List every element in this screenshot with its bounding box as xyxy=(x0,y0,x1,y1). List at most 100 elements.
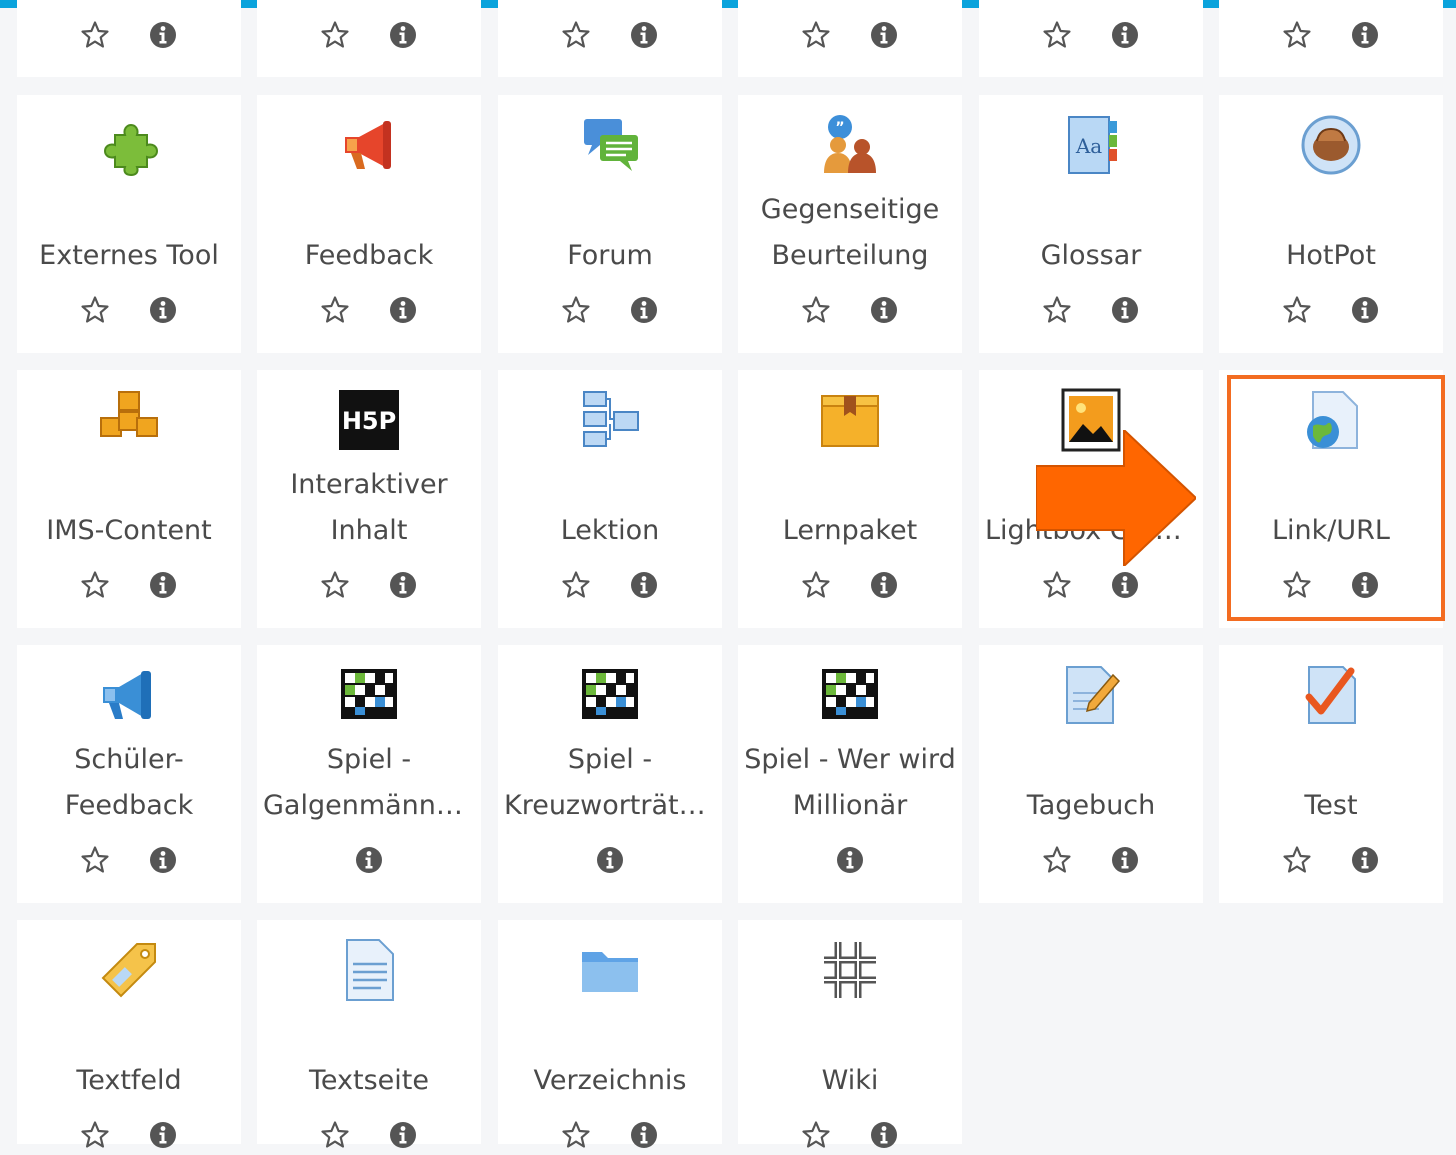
card-actions xyxy=(17,1115,241,1155)
megaphone-icon xyxy=(337,113,401,177)
star-outline-icon[interactable] xyxy=(80,295,110,325)
activity-card-partial[interactable] xyxy=(17,0,241,77)
activity-label-line: Lernpaket xyxy=(782,515,918,546)
activity-card-interaktiver-inhalt[interactable]: H5P Interaktiver Inhalt xyxy=(257,370,481,628)
card-actions xyxy=(257,840,481,880)
star-outline-icon[interactable] xyxy=(1042,845,1072,875)
star-outline-icon[interactable] xyxy=(1282,845,1312,875)
activity-card-textseite[interactable]: Textseite xyxy=(257,920,481,1148)
activity-card-wiki[interactable]: Wiki xyxy=(738,920,962,1148)
star-outline-icon[interactable] xyxy=(320,295,350,325)
h5p-icon: H5P xyxy=(337,388,401,452)
info-icon[interactable] xyxy=(354,845,384,875)
activity-label: Spiel - Wer wird Millionär xyxy=(744,737,956,829)
svg-text:”: ” xyxy=(835,120,844,136)
info-icon[interactable] xyxy=(835,845,865,875)
star-outline-icon[interactable] xyxy=(801,20,831,50)
info-icon[interactable] xyxy=(148,295,178,325)
star-outline-icon[interactable] xyxy=(1282,295,1312,325)
activity-card-test[interactable]: Test xyxy=(1219,645,1443,903)
activity-card-schueler-feedback[interactable]: Schüler- Feedback xyxy=(17,645,241,903)
star-outline-icon[interactable] xyxy=(1042,20,1072,50)
info-icon[interactable] xyxy=(1350,845,1380,875)
activity-label-line: Tagebuch xyxy=(1026,790,1156,821)
star-outline-icon[interactable] xyxy=(320,20,350,50)
info-icon[interactable] xyxy=(1110,570,1140,600)
activity-card-spiel-galgenmaennchen[interactable]: Spiel - Galgenmännc… xyxy=(257,645,481,903)
activity-card-hotpot[interactable]: HotPot xyxy=(1219,95,1443,353)
info-icon[interactable] xyxy=(629,295,659,325)
card-actions xyxy=(498,565,722,605)
activity-label: IMS-Content xyxy=(23,462,235,554)
card-actions xyxy=(17,565,241,605)
star-outline-icon[interactable] xyxy=(80,845,110,875)
card-actions xyxy=(498,15,722,55)
info-icon[interactable] xyxy=(595,845,625,875)
star-outline-icon[interactable] xyxy=(561,570,591,600)
star-outline-icon[interactable] xyxy=(80,20,110,50)
info-icon[interactable] xyxy=(1110,20,1140,50)
star-outline-icon[interactable] xyxy=(561,20,591,50)
star-outline-icon[interactable] xyxy=(1042,570,1072,600)
activity-card-spiel-kreuzwortraetsel[interactable]: Spiel - Kreuzworträtsel xyxy=(498,645,722,903)
activity-card-spiel-millionaer[interactable]: Spiel - Wer wird Millionär xyxy=(738,645,962,903)
info-icon[interactable] xyxy=(1350,295,1380,325)
info-icon[interactable] xyxy=(869,20,899,50)
info-icon[interactable] xyxy=(388,295,418,325)
card-actions xyxy=(1219,840,1443,880)
info-icon[interactable] xyxy=(629,570,659,600)
star-outline-icon[interactable] xyxy=(801,295,831,325)
student-feedback-icon xyxy=(97,663,161,727)
activity-card-textfeld[interactable]: Textfeld xyxy=(17,920,241,1148)
activity-card-externes-tool[interactable]: Externes Tool xyxy=(17,95,241,353)
activity-label-line: Externes Tool xyxy=(39,240,219,271)
activity-label-line: Forum xyxy=(567,240,653,271)
activity-card-forum[interactable]: Forum xyxy=(498,95,722,353)
activity-card-glossar[interactable]: Aa Glossar xyxy=(979,95,1203,353)
game-grid-icon xyxy=(337,663,401,727)
activity-label: HotPot xyxy=(1225,187,1437,279)
info-icon[interactable] xyxy=(148,20,178,50)
info-icon[interactable] xyxy=(869,570,899,600)
activity-card-partial[interactable] xyxy=(1219,0,1443,77)
activity-card-partial[interactable] xyxy=(738,0,962,77)
activity-label-line: Textseite xyxy=(309,1065,429,1096)
info-icon[interactable] xyxy=(629,20,659,50)
info-icon[interactable] xyxy=(388,570,418,600)
info-icon[interactable] xyxy=(148,845,178,875)
activity-label: Gegenseitige Beurteilung xyxy=(744,187,956,279)
star-outline-icon[interactable] xyxy=(801,570,831,600)
activity-card-feedback[interactable]: Feedback xyxy=(257,95,481,353)
card-actions xyxy=(17,290,241,330)
info-icon[interactable] xyxy=(1110,295,1140,325)
activity-label-line: IMS-Content xyxy=(46,515,212,546)
activity-card-partial[interactable] xyxy=(979,0,1203,77)
activity-card-partial[interactable] xyxy=(498,0,722,77)
activity-card-lektion[interactable]: Lektion xyxy=(498,370,722,628)
info-icon[interactable] xyxy=(1350,20,1380,50)
star-outline-icon[interactable] xyxy=(320,570,350,600)
activity-card-partial[interactable] xyxy=(257,0,481,77)
activity-label: Spiel - Kreuzworträtsel xyxy=(504,737,716,829)
info-icon[interactable] xyxy=(388,20,418,50)
card-actions xyxy=(979,840,1203,880)
activity-card-tagebuch[interactable]: Tagebuch xyxy=(979,645,1203,903)
info-icon[interactable] xyxy=(869,295,899,325)
activity-card-lernpaket[interactable]: Lernpaket xyxy=(738,370,962,628)
activity-card-gegenseitige-beurteilung[interactable]: ” Gegenseitige Beurteilung xyxy=(738,95,962,353)
star-outline-icon[interactable] xyxy=(1042,295,1072,325)
info-icon[interactable] xyxy=(1110,845,1140,875)
activity-card-verzeichnis[interactable]: Verzeichnis xyxy=(498,920,722,1148)
activity-label-line: Interaktiver xyxy=(290,469,448,500)
activity-card-ims-content[interactable]: IMS-Content xyxy=(17,370,241,628)
label-tag-icon xyxy=(97,938,161,1002)
activity-label: Test xyxy=(1225,737,1437,829)
card-actions xyxy=(979,290,1203,330)
card-actions xyxy=(17,840,241,880)
svg-text:Aa: Aa xyxy=(1075,134,1102,158)
info-icon[interactable] xyxy=(148,570,178,600)
activity-label-line: HotPot xyxy=(1286,240,1376,271)
star-outline-icon[interactable] xyxy=(561,295,591,325)
star-outline-icon[interactable] xyxy=(1282,20,1312,50)
star-outline-icon[interactable] xyxy=(80,570,110,600)
